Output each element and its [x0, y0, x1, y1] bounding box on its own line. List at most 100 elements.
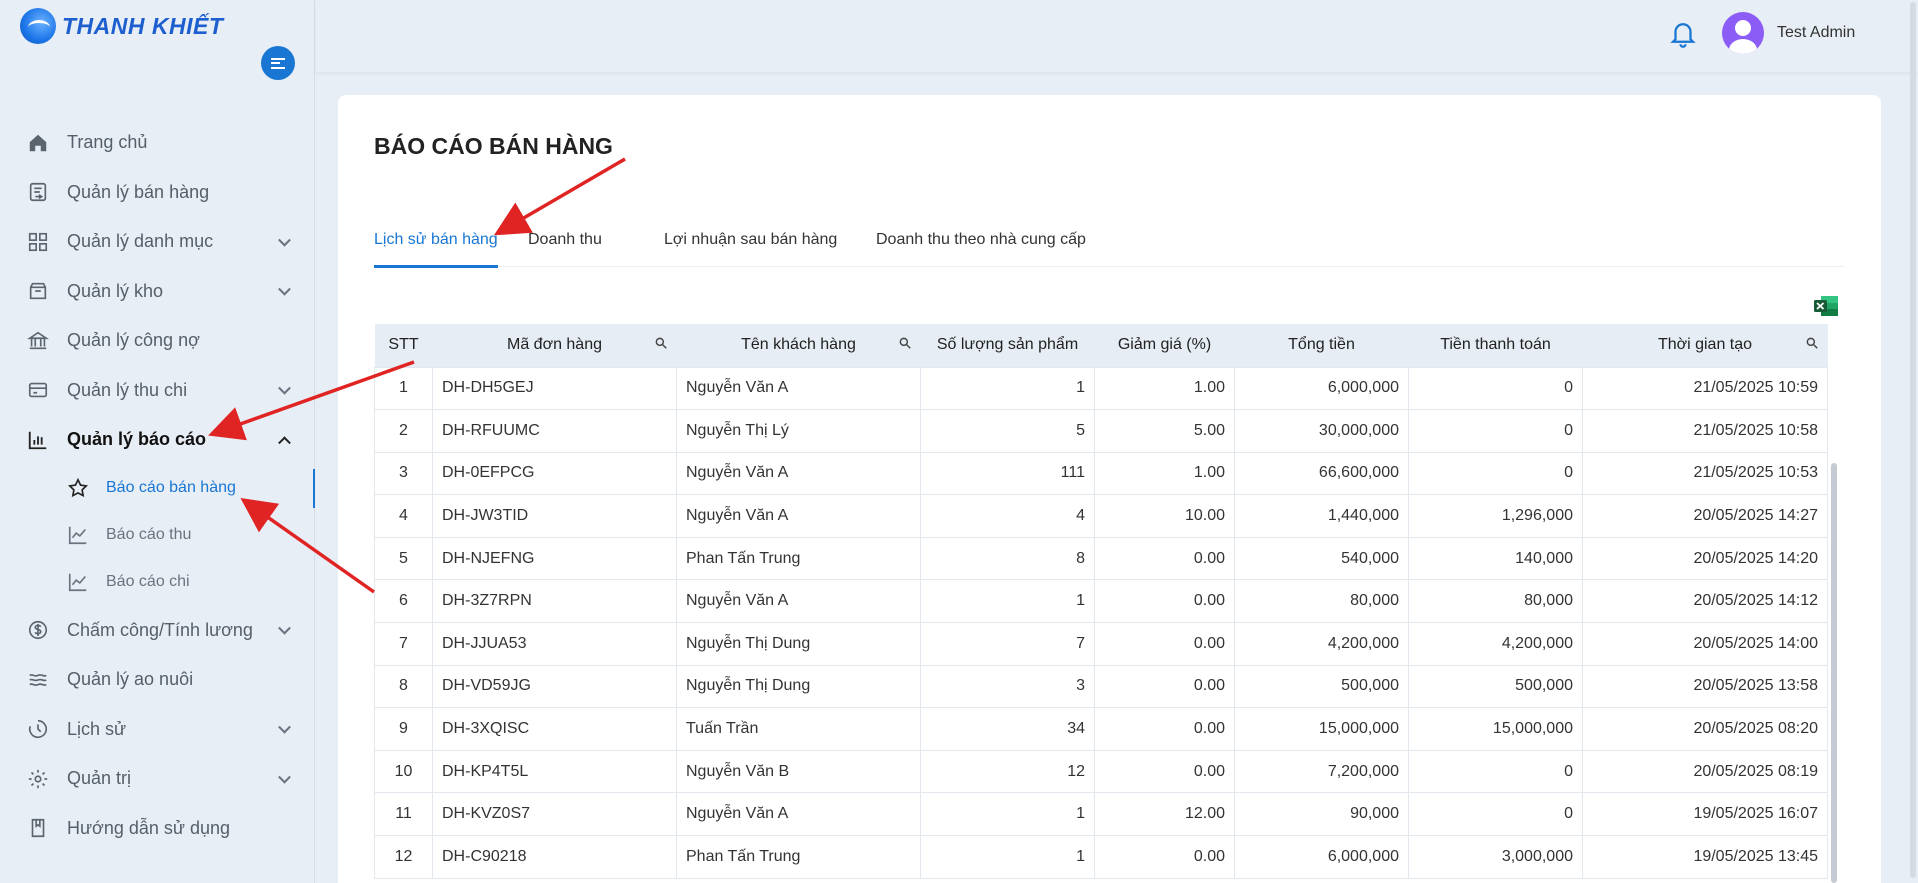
chevron-down-icon	[278, 283, 291, 296]
cell-total: 6,000,000	[1234, 366, 1409, 411]
column-header-quantity[interactable]: Số lượng sản phẩm	[921, 324, 1095, 367]
bell-icon[interactable]	[1668, 18, 1698, 48]
table-row[interactable]: 9 DH-3XQISC Tuấn Trần 34 0.00 15,000,000 15,00…	[374, 707, 1828, 751]
sidebar-item-category[interactable]: Quản lý danh mục	[0, 217, 315, 267]
table-row[interactable]: 1 DH-DH5GEJ Nguyễn Văn A 1 1.00 6,000,000 0 21/…	[374, 366, 1828, 411]
sidebar-item-label: Quản lý danh mục	[67, 231, 214, 252]
sidebar-item-payroll[interactable]: Chấm công/Tính lương	[0, 606, 315, 656]
cell-paid: 4,200,000	[1408, 622, 1583, 666]
cell-order-code: DH-3XQISC	[432, 707, 677, 751]
cell-customer: Nguyễn Thị Dung	[676, 664, 921, 709]
cell-order-code: DH-0EFPCG	[432, 451, 677, 496]
cell-discount: 0.00	[1094, 622, 1235, 666]
collapse-sidebar-button[interactable]	[261, 46, 295, 80]
sidebar-subitem-sales-report[interactable]: Báo cáo bán hàng	[0, 465, 315, 512]
search-icon[interactable]	[1804, 336, 1820, 352]
avatar[interactable]	[1722, 12, 1764, 54]
user-name[interactable]: Test Admin	[1777, 24, 1855, 42]
chevron-down-icon	[278, 622, 291, 635]
star-icon	[66, 476, 90, 500]
cell-stt: 3	[374, 451, 433, 496]
cell-order-code: DH-KVZ0S7	[432, 792, 677, 837]
column-header-stt[interactable]: STT	[375, 324, 433, 367]
table-row[interactable]: 2 DH-RFUUMC Nguyễn Thị Lý 5 5.00 30,000,000 0 2…	[374, 409, 1828, 453]
column-header-paid[interactable]: Tiền thanh toán	[1409, 324, 1583, 367]
sidebar-item-label: Lịch sử	[67, 718, 127, 739]
column-header-created-time[interactable]: Thời gian tạo	[1583, 324, 1828, 367]
page-scrollbar[interactable]	[1910, 2, 1916, 878]
report-card: BÁO CÁO BÁN HÀNG Lịch sử bán hàng Doanh …	[338, 95, 1881, 883]
cell-stt: 7	[374, 622, 433, 666]
column-header-label: Mã đơn hàng	[507, 336, 602, 354]
cell-stt: 5	[374, 536, 433, 581]
sidebar-item-label: Quản lý thu chi	[67, 379, 188, 400]
sidebar-subitem-label: Báo cáo chi	[106, 573, 190, 590]
table-row[interactable]: 11 DH-KVZ0S7 Nguyễn Văn A 1 12.00 90,000 0 19/0…	[374, 792, 1828, 837]
column-header-label: Tên khách hàng	[741, 336, 856, 354]
cell-customer: Nguyễn Thị Lý	[676, 409, 921, 453]
cell-total: 6,000,000	[1234, 835, 1409, 879]
excel-export-icon[interactable]	[1813, 294, 1839, 318]
search-icon[interactable]	[897, 336, 913, 352]
brand-logo[interactable]: THANH KHIẾT	[20, 8, 223, 44]
cell-paid: 0	[1408, 451, 1583, 496]
table-row[interactable]: 12 DH-C90218 Phan Tấn Trung 1 0.00 6,000,000 3…	[374, 835, 1828, 879]
cell-discount: 12.00	[1094, 792, 1235, 837]
sidebar-item-ponds[interactable]: Quản lý ao nuôi	[0, 655, 315, 705]
sidebar-item-label: Quản trị	[67, 768, 132, 789]
cell-created-time: 21/05/2025 10:59	[1582, 366, 1828, 411]
sidebar-item-warehouse[interactable]: Quản lý kho	[0, 267, 315, 317]
cell-created-time: 20/05/2025 13:58	[1582, 664, 1828, 709]
cell-discount: 5.00	[1094, 409, 1235, 453]
column-header-customer[interactable]: Tên khách hàng	[677, 324, 921, 367]
tab-sales-history[interactable]: Lịch sử bán hàng	[374, 231, 498, 268]
table-row[interactable]: 4 DH-JW3TID Nguyễn Văn A 4 10.00 1,440,000 1,2…	[374, 494, 1828, 538]
table-row[interactable]: 6 DH-3Z7RPN Nguyễn Văn A 1 0.00 80,000 80,000 2…	[374, 579, 1828, 624]
cell-quantity: 1	[920, 835, 1095, 879]
cell-customer: Nguyễn Văn A	[676, 579, 921, 624]
wallet-icon	[26, 378, 50, 402]
sidebar-item-admin[interactable]: Quản trị	[0, 754, 315, 804]
sidebar-subitem-label: Báo cáo thu	[106, 526, 192, 543]
cell-customer: Nguyễn Văn A	[676, 366, 921, 411]
table-row[interactable]: 5 DH-NJEFNG Phan Tấn Trung 8 0.00 540,000 140,…	[374, 536, 1828, 581]
cell-total: 66,600,000	[1234, 451, 1409, 496]
table-row[interactable]: 8 DH-VD59JG Nguyễn Thị Dung 3 0.00 500,000 500…	[374, 664, 1828, 709]
sidebar-item-home[interactable]: Trang chủ	[0, 118, 315, 168]
cell-order-code: DH-RFUUMC	[432, 409, 677, 453]
top-header: Test Admin	[316, 0, 1918, 72]
cell-order-code: DH-NJEFNG	[432, 536, 677, 581]
sidebar-item-sales[interactable]: Quản lý bán hàng	[0, 168, 315, 218]
sidebar-item-guide[interactable]: Hướng dẫn sử dụng	[0, 804, 315, 854]
cell-discount: 0.00	[1094, 835, 1235, 879]
tab-revenue[interactable]: Doanh thu	[528, 231, 602, 267]
history-icon	[26, 717, 50, 741]
column-header-order-code[interactable]: Mã đơn hàng	[433, 324, 677, 367]
tab-revenue-by-supplier[interactable]: Doanh thu theo nhà cung cấp	[876, 231, 1086, 267]
cell-order-code: DH-JW3TID	[432, 494, 677, 538]
cell-stt: 11	[374, 792, 433, 837]
table-row[interactable]: 3 DH-0EFPCG Nguyễn Văn A 111 1.00 66,600,000 0…	[374, 451, 1828, 496]
table-row[interactable]: 7 DH-JJUA53 Nguyễn Thị Dung 7 0.00 4,200,000 4…	[374, 622, 1828, 666]
table-row[interactable]: 10 DH-KP4T5L Nguyễn Văn B 12 0.00 7,200,000 0 2…	[374, 749, 1828, 794]
sidebar-subitem-income-report[interactable]: Báo cáo thu	[0, 512, 315, 559]
search-icon[interactable]	[653, 336, 669, 352]
sidebar-item-income-expense[interactable]: Quản lý thu chi	[0, 366, 315, 416]
cell-paid: 140,000	[1408, 536, 1583, 581]
cell-order-code: DH-C90218	[432, 835, 677, 879]
sidebar-item-history[interactable]: Lịch sử	[0, 705, 315, 755]
cell-total: 15,000,000	[1234, 707, 1409, 751]
cell-total: 30,000,000	[1234, 409, 1409, 453]
cell-customer: Phan Tấn Trung	[676, 835, 921, 879]
sidebar-item-debt[interactable]: Quản lý công nợ	[0, 316, 315, 366]
cell-order-code: DH-DH5GEJ	[432, 366, 677, 411]
tab-profit[interactable]: Lợi nhuận sau bán hàng	[664, 231, 837, 267]
sidebar-item-reports[interactable]: Quản lý báo cáo	[0, 415, 315, 465]
cell-paid: 15,000,000	[1408, 707, 1583, 751]
sidebar-subitem-expense-report[interactable]: Báo cáo chi	[0, 559, 315, 606]
table-scrollbar[interactable]	[1831, 463, 1837, 883]
column-header-total[interactable]: Tổng tiền	[1235, 324, 1409, 367]
cell-created-time: 20/05/2025 14:27	[1582, 494, 1828, 538]
cell-total: 80,000	[1234, 579, 1409, 624]
column-header-discount[interactable]: Giảm giá (%)	[1095, 324, 1235, 367]
